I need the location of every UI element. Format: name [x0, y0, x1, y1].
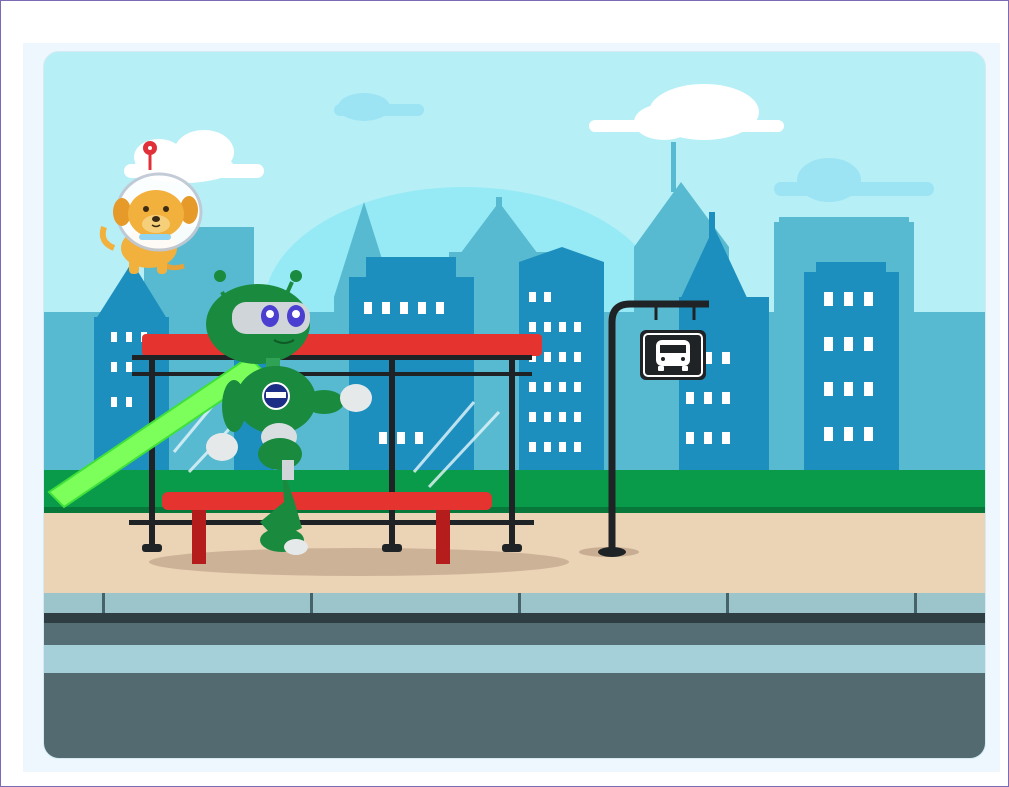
bench-seat: [162, 492, 492, 510]
game-stage[interactable]: [43, 51, 986, 759]
curb: [44, 593, 985, 613]
stage-container: [23, 43, 1000, 772]
shelter-roof: [142, 334, 542, 356]
road: [44, 673, 985, 758]
screenshot-frame: [0, 0, 1009, 787]
lane-stripe: [44, 645, 985, 673]
